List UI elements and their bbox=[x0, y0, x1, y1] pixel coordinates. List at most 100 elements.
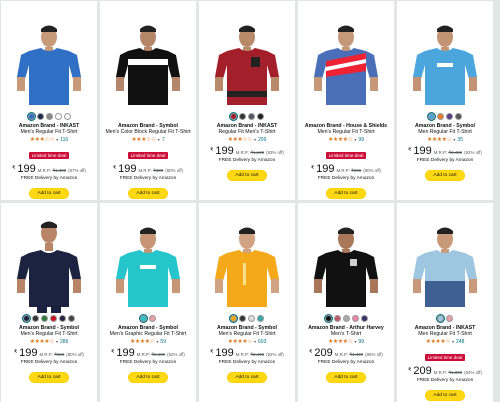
product-rating[interactable]: ★★★★☆ ▾ 99 bbox=[301, 338, 391, 346]
product-image[interactable] bbox=[298, 203, 394, 313]
chevron-down-icon[interactable]: ▾ bbox=[254, 137, 256, 142]
product-image[interactable] bbox=[199, 203, 295, 313]
chevron-down-icon[interactable]: ▾ bbox=[453, 137, 455, 142]
rating-count[interactable]: 116 bbox=[60, 137, 68, 143]
star-rating-icon: ★★★★☆ bbox=[328, 137, 353, 144]
product-image[interactable] bbox=[1, 1, 97, 111]
product-rating[interactable]: ★★★☆☆ ▾ 7 bbox=[103, 136, 193, 144]
product-image[interactable] bbox=[397, 203, 493, 313]
add-to-cart-button[interactable]: Add to cart bbox=[227, 169, 267, 181]
product-card[interactable]: Amazon Brand - House & Shields Men's Reg… bbox=[298, 1, 394, 200]
color-swatch[interactable] bbox=[63, 113, 71, 120]
product-card[interactable]: Amazon Brand - INKAST Regular Fit Men's … bbox=[199, 1, 295, 200]
product-image[interactable] bbox=[1, 203, 97, 313]
chevron-down-icon[interactable]: ▾ bbox=[56, 339, 58, 344]
currency-symbol: ₹ bbox=[13, 348, 18, 355]
product-card[interactable]: Amazon Brand - Symbol Men's Graphic Regu… bbox=[100, 203, 196, 402]
color-swatch[interactable] bbox=[41, 315, 48, 322]
color-swatch[interactable] bbox=[230, 315, 237, 322]
add-to-cart-button[interactable]: Add to cart bbox=[425, 389, 465, 401]
rating-count[interactable]: 693 bbox=[258, 339, 266, 345]
color-swatch[interactable] bbox=[239, 315, 246, 322]
color-swatch[interactable] bbox=[45, 113, 53, 120]
product-title[interactable]: Men's Graphic Regular Fit T-Shirt bbox=[103, 331, 193, 337]
color-swatch[interactable] bbox=[27, 113, 35, 120]
product-title[interactable]: Men's Color Block Regular Fit T-Shirt bbox=[103, 129, 193, 135]
rating-count[interactable]: 59 bbox=[160, 339, 166, 345]
chevron-down-icon[interactable]: ▾ bbox=[156, 339, 158, 344]
rating-count[interactable]: 99 bbox=[358, 339, 364, 345]
product-image[interactable] bbox=[100, 203, 196, 313]
color-swatch[interactable] bbox=[324, 315, 332, 322]
color-swatch[interactable] bbox=[446, 315, 453, 322]
rating-count[interactable]: 99 bbox=[358, 137, 364, 143]
color-swatch[interactable] bbox=[437, 315, 444, 322]
rating-count[interactable]: 248 bbox=[456, 339, 464, 345]
discount: (80% off) bbox=[363, 167, 382, 173]
price-block: ₹ 199 M.R.P: ₹2,499 (92% off) bbox=[400, 145, 490, 157]
chevron-down-icon[interactable]: ▾ bbox=[354, 137, 356, 142]
product-image[interactable] bbox=[100, 1, 196, 111]
chevron-down-icon[interactable]: ▾ bbox=[452, 339, 454, 344]
add-to-cart-button[interactable]: Add to cart bbox=[128, 187, 168, 199]
color-swatch[interactable] bbox=[437, 113, 444, 120]
product-image[interactable] bbox=[397, 1, 493, 111]
color-swatch[interactable] bbox=[239, 113, 246, 120]
product-rating[interactable]: ★★★★☆ ▾ 99 bbox=[301, 136, 391, 144]
product-rating[interactable]: ★★★☆☆ ▾ 116 bbox=[4, 136, 94, 144]
color-swatch[interactable] bbox=[23, 315, 30, 322]
add-to-cart-button[interactable]: Add to cart bbox=[326, 371, 366, 383]
color-swatch[interactable] bbox=[333, 315, 341, 322]
product-card[interactable]: Amazon Brand - INKAST Men's Regular Fit … bbox=[1, 1, 97, 200]
product-image[interactable] bbox=[298, 1, 394, 111]
color-swatch[interactable] bbox=[428, 113, 435, 120]
chevron-down-icon[interactable]: ▾ bbox=[56, 137, 58, 142]
product-card[interactable]: Amazon Brand - Symbol Men's Color Block … bbox=[100, 1, 196, 200]
rating-count[interactable]: 7 bbox=[162, 137, 165, 143]
color-swatch[interactable] bbox=[446, 113, 453, 120]
chevron-down-icon[interactable]: ▾ bbox=[158, 137, 160, 142]
color-swatch[interactable] bbox=[342, 315, 350, 322]
product-rating[interactable]: ★★★★☆ ▾ 248 bbox=[400, 338, 490, 346]
product-rating[interactable]: ★★★☆☆ ▾ 209 bbox=[202, 136, 292, 144]
product-card[interactable]: Amazon Brand - Symbol Men's Regular Fit … bbox=[199, 203, 295, 402]
product-card[interactable]: Amazon Brand - INKAST Men Regular Fit T-… bbox=[397, 203, 493, 402]
color-swatches bbox=[298, 315, 394, 323]
color-swatch[interactable] bbox=[455, 113, 462, 120]
color-swatch[interactable] bbox=[230, 113, 237, 120]
product-card[interactable]: Amazon Brand - Symbol Men Regular Fit T-… bbox=[397, 1, 493, 200]
delivery-info: FREE Delivery by Amazon bbox=[416, 377, 474, 383]
product-rating[interactable]: ★★★★☆ ▾ 35 bbox=[400, 136, 490, 144]
product-rating[interactable]: ★★★★☆ ▾ 693 bbox=[202, 338, 292, 346]
color-swatch[interactable] bbox=[248, 113, 255, 120]
add-to-cart-button[interactable]: Add to cart bbox=[128, 371, 168, 383]
add-to-cart-button[interactable]: Add to cart bbox=[326, 187, 366, 199]
color-swatch[interactable] bbox=[149, 315, 156, 322]
color-swatch[interactable] bbox=[68, 315, 75, 322]
color-swatch[interactable] bbox=[351, 315, 359, 322]
color-swatch[interactable] bbox=[36, 113, 44, 120]
color-swatch[interactable] bbox=[54, 113, 62, 120]
add-to-cart-button[interactable]: Add to cart bbox=[29, 187, 69, 199]
product-rating[interactable]: ★★★★☆ ▾ 59 bbox=[103, 338, 193, 346]
color-swatch[interactable] bbox=[140, 315, 147, 322]
chevron-down-icon[interactable]: ▾ bbox=[254, 339, 256, 344]
product-card[interactable]: Amazon Brand - Arthur Harvey Men's T-Shi… bbox=[298, 203, 394, 402]
add-to-cart-button[interactable]: Add to cart bbox=[227, 371, 267, 383]
product-rating[interactable]: ★★★★☆ ▾ 286 bbox=[4, 338, 94, 346]
color-swatch[interactable] bbox=[257, 315, 264, 322]
add-to-cart-button[interactable]: Add to cart bbox=[29, 371, 69, 383]
chevron-down-icon[interactable]: ▾ bbox=[354, 339, 356, 344]
color-swatch[interactable] bbox=[59, 315, 66, 322]
product-card[interactable]: Amazon Brand - Symbol Men's Regular Fit … bbox=[1, 203, 97, 402]
add-to-cart-button[interactable]: Add to cart bbox=[425, 169, 465, 181]
color-swatch[interactable] bbox=[248, 315, 255, 322]
product-image[interactable] bbox=[199, 1, 295, 111]
color-swatch[interactable] bbox=[360, 315, 368, 322]
rating-count[interactable]: 209 bbox=[258, 137, 266, 143]
color-swatch[interactable] bbox=[32, 315, 39, 322]
color-swatch[interactable] bbox=[50, 315, 57, 322]
rating-count[interactable]: 35 bbox=[457, 137, 463, 143]
color-swatch[interactable] bbox=[257, 113, 264, 120]
rating-count[interactable]: 286 bbox=[60, 339, 68, 345]
